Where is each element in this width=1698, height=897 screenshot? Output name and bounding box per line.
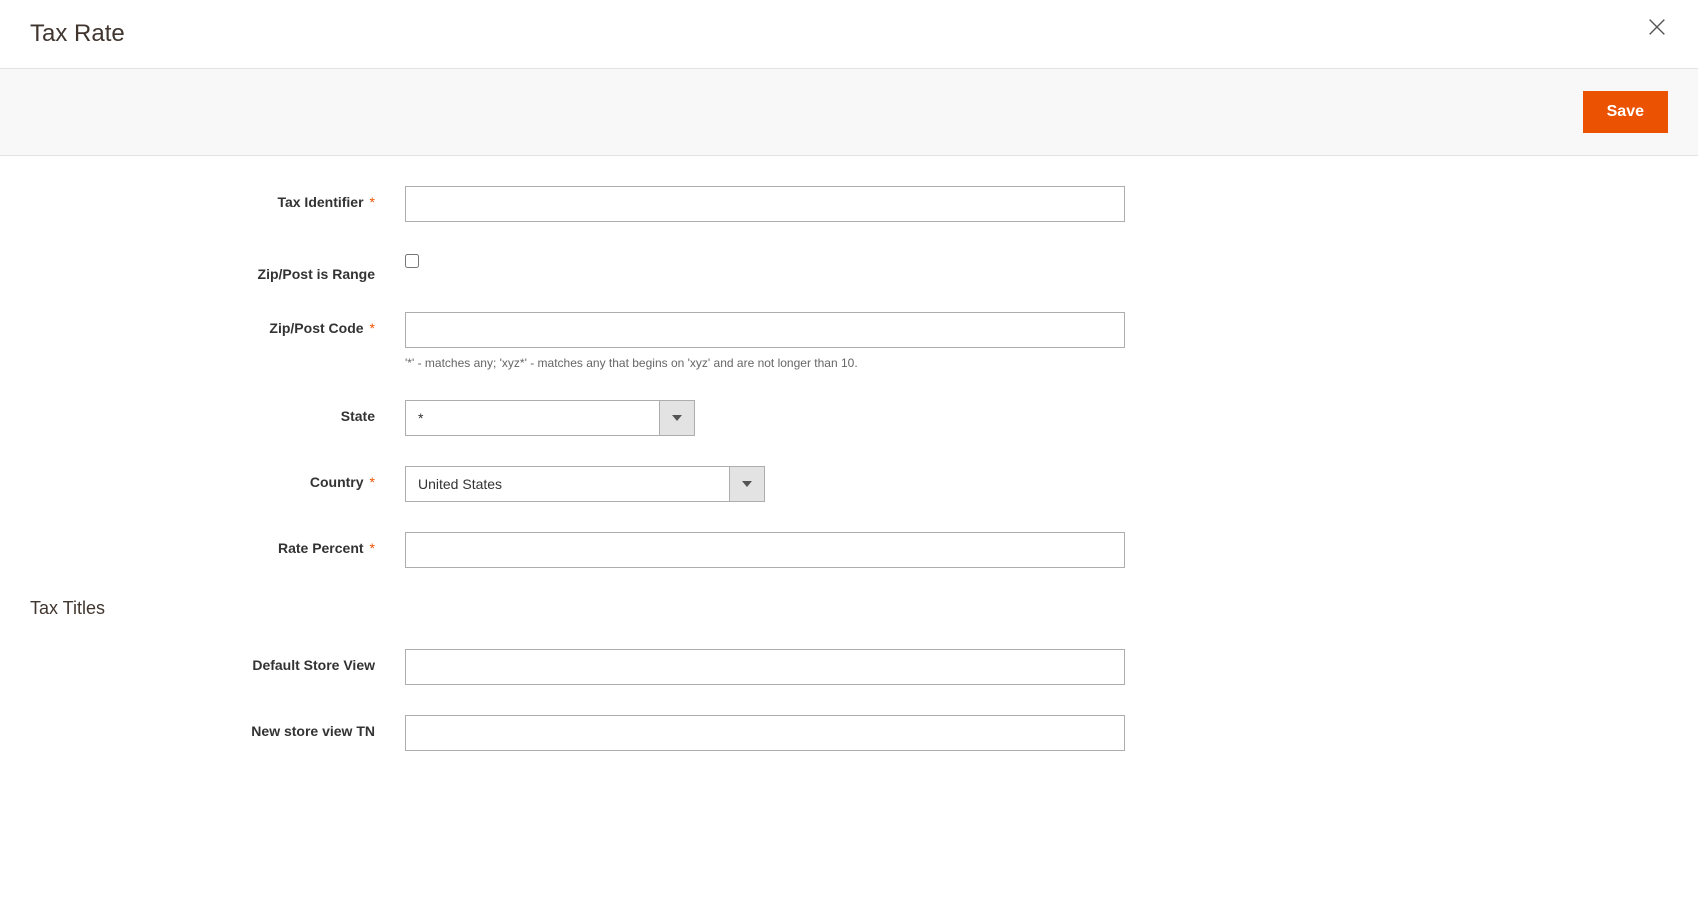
form-area: Tax Identifier* Zip/Post is Range Zip/Po… (0, 156, 1698, 801)
label-zip-code: Zip/Post Code* (30, 312, 405, 336)
default-store-view-input[interactable] (405, 649, 1125, 685)
zip-code-help-note: '*' - matches any; 'xyz*' - matches any … (405, 356, 858, 370)
tax-titles-heading: Tax Titles (30, 598, 1668, 619)
required-mark: * (370, 320, 375, 336)
label-default-store-view: Default Store View (30, 649, 405, 673)
modal-title: Tax Rate (30, 20, 125, 48)
row-zip-code-note: '*' - matches any; 'xyz*' - matches any … (30, 356, 1668, 370)
label-new-store-view-tn: New store view TN (30, 715, 405, 739)
required-mark: * (370, 194, 375, 210)
label-state: State (30, 400, 405, 424)
save-button[interactable]: Save (1583, 91, 1668, 133)
close-icon[interactable] (1646, 16, 1668, 41)
rate-percent-input[interactable] (405, 532, 1125, 568)
label-tax-identifier: Tax Identifier* (30, 186, 405, 210)
row-rate-percent: Rate Percent* (30, 532, 1668, 568)
row-zip-code: Zip/Post Code* (30, 312, 1668, 348)
row-country: Country* United States (30, 466, 1668, 502)
toolbar: Save (0, 68, 1698, 156)
label-country: Country* (30, 466, 405, 490)
zip-code-input[interactable] (405, 312, 1125, 348)
tax-identifier-input[interactable] (405, 186, 1125, 222)
row-state: State * (30, 400, 1668, 436)
country-select[interactable]: United States (405, 466, 765, 502)
row-new-store-view-tn: New store view TN (30, 715, 1668, 751)
new-store-view-tn-input[interactable] (405, 715, 1125, 751)
row-default-store-view: Default Store View (30, 649, 1668, 685)
modal-header: Tax Rate (0, 0, 1698, 68)
label-rate-percent: Rate Percent* (30, 532, 405, 556)
row-tax-identifier: Tax Identifier* (30, 186, 1668, 222)
required-mark: * (370, 540, 375, 556)
zip-is-range-checkbox[interactable] (405, 254, 419, 268)
state-select[interactable]: * (405, 400, 695, 436)
tax-rate-modal: Tax Rate Save Tax Identifier* Zip/Post i… (0, 0, 1698, 801)
row-zip-is-range: Zip/Post is Range (30, 252, 1668, 282)
required-mark: * (370, 474, 375, 490)
label-zip-is-range: Zip/Post is Range (30, 252, 405, 282)
